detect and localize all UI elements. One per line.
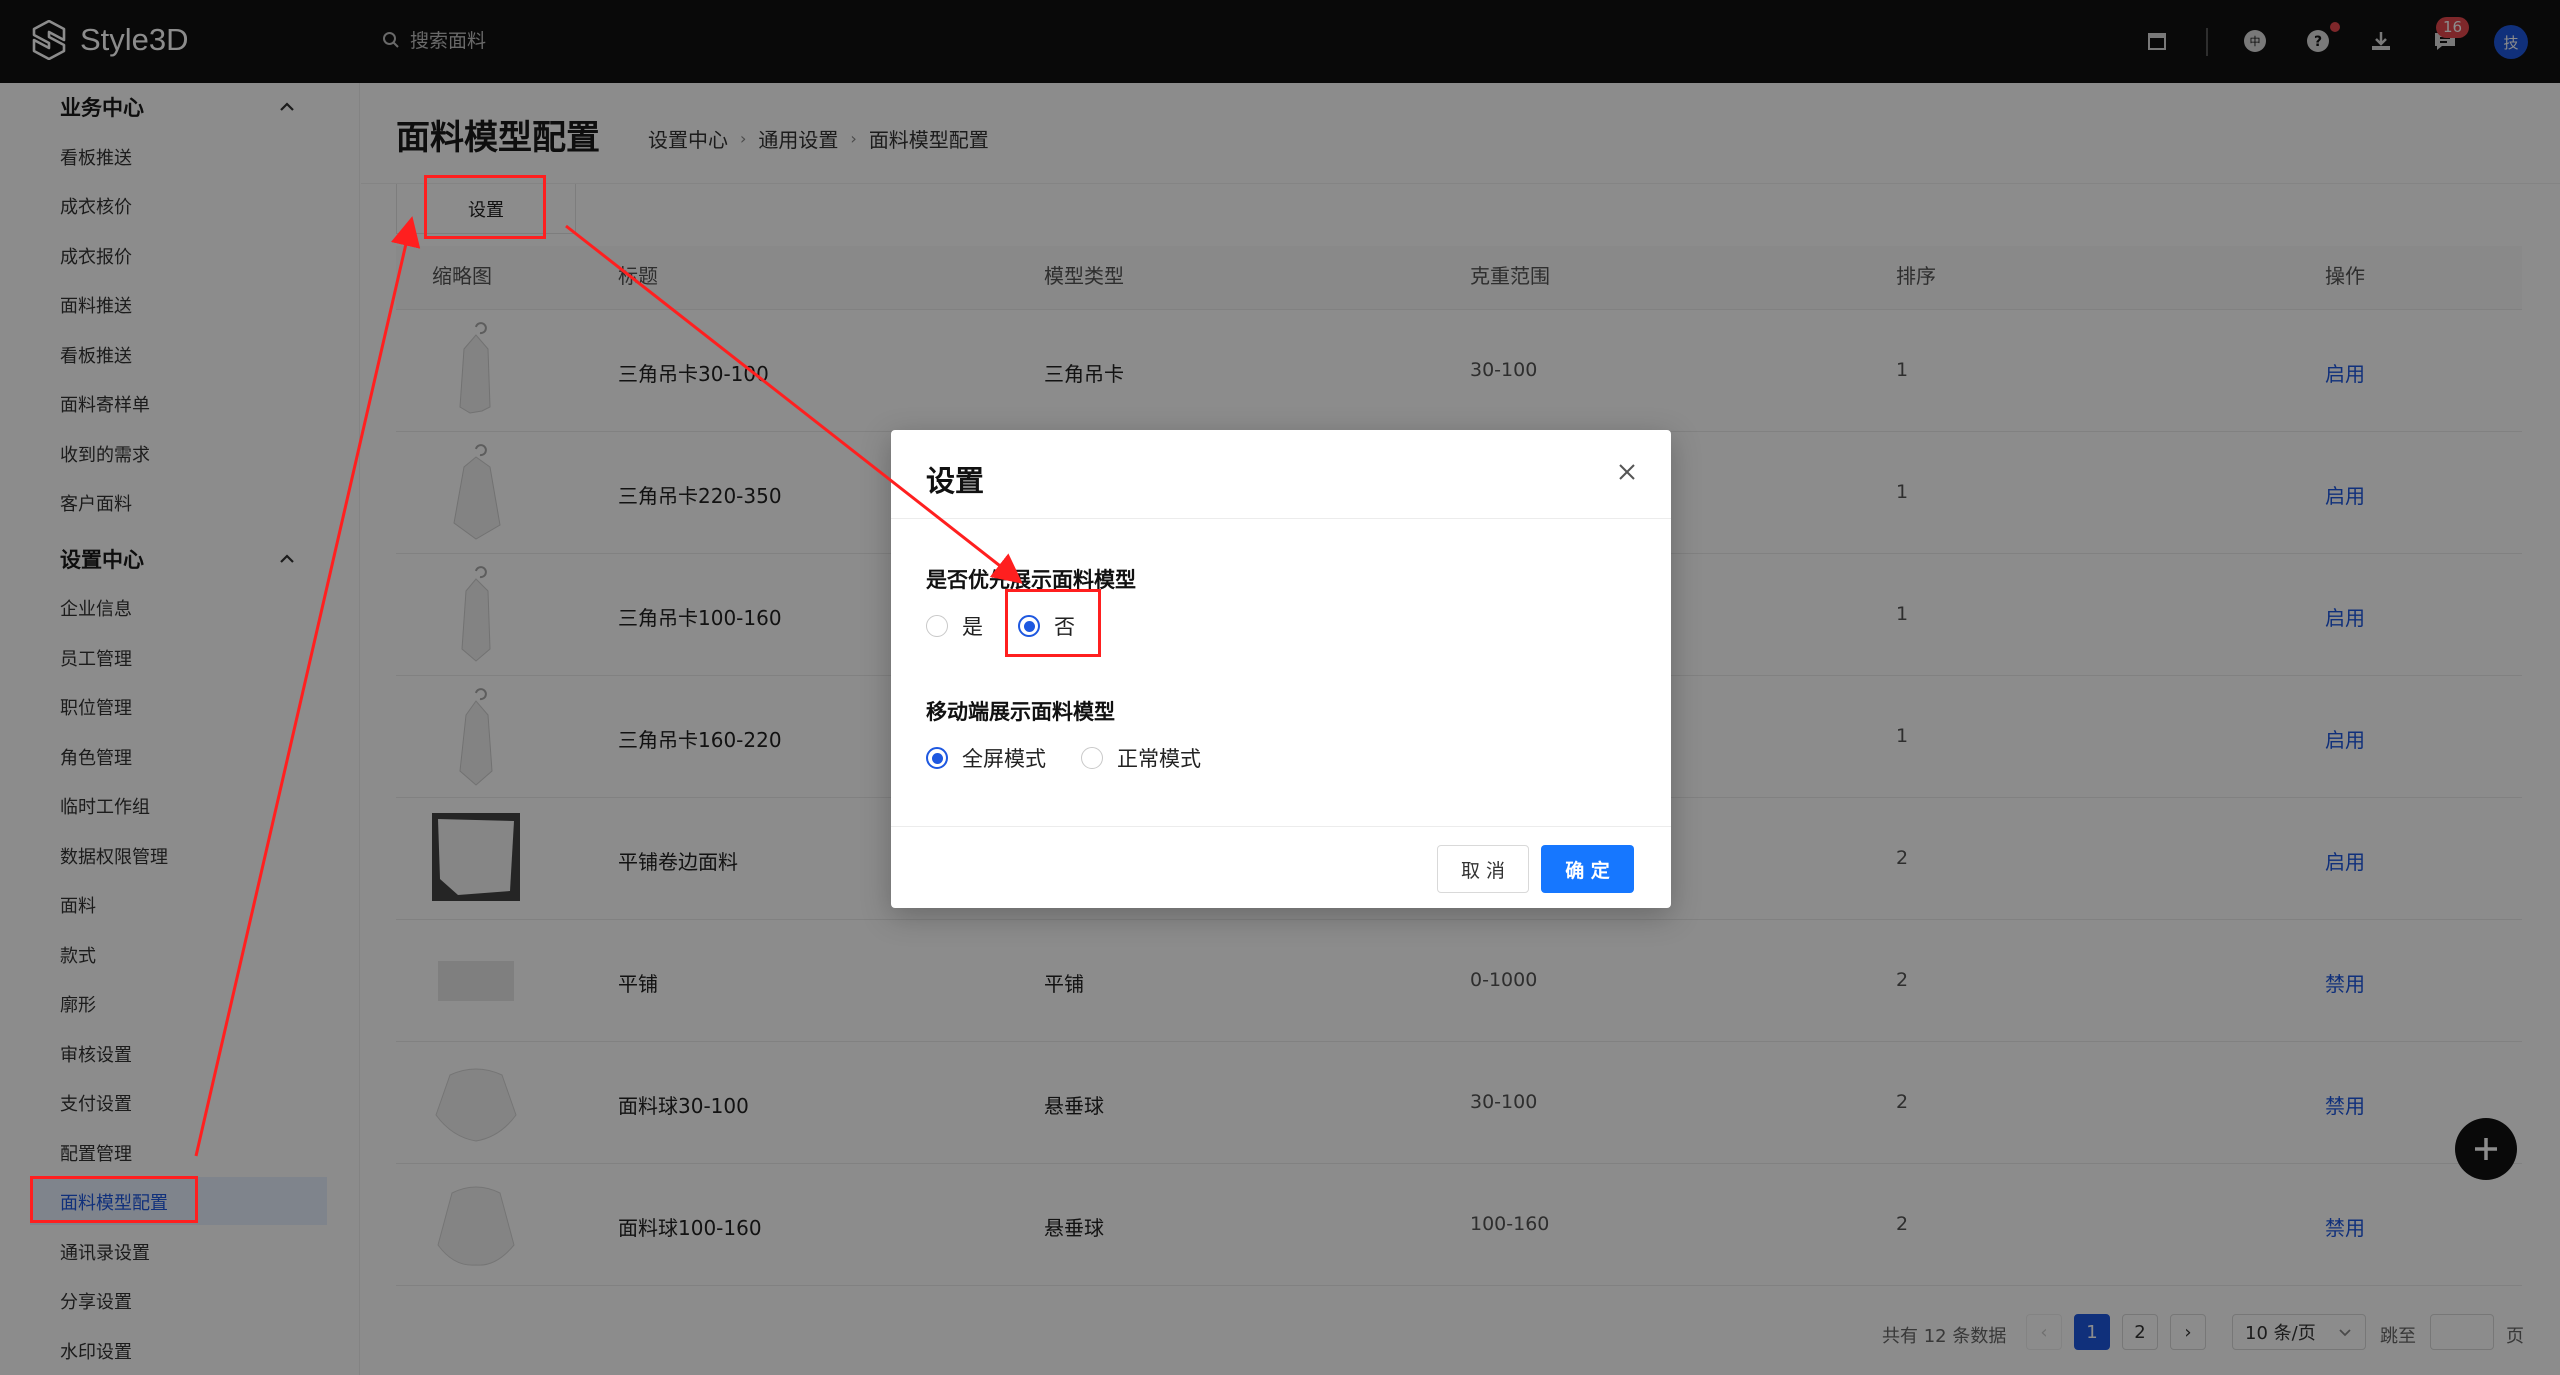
annotation-box-settings-tab (424, 175, 546, 239)
radio-normal[interactable]: 正常模式 (1081, 743, 1201, 773)
annotation-box-sidebar-item (30, 1176, 198, 1223)
confirm-button[interactable]: 确 定 (1541, 845, 1634, 893)
close-button[interactable] (1613, 458, 1641, 486)
modal-footer-divider (891, 826, 1671, 827)
radio-label: 全屏模式 (962, 747, 1046, 771)
modal-header-divider (891, 518, 1671, 519)
radio-circle[interactable] (926, 615, 948, 637)
mobile-display-label: 移动端展示面料模型 (926, 700, 1115, 724)
annotation-box-radio-no (1005, 589, 1101, 657)
modal-title: 设置 (926, 464, 985, 498)
radio-label: 是 (962, 615, 983, 639)
cancel-button[interactable]: 取 消 (1437, 845, 1529, 893)
radio-label: 正常模式 (1117, 747, 1201, 771)
settings-modal: 设置 是否优先展示面料模型 是 否 移动端展示面料模型 全屏模式 正常模式 取 … (891, 430, 1671, 908)
radio-yes[interactable]: 是 (926, 611, 983, 641)
radio-circle[interactable] (1081, 747, 1103, 769)
radio-circle-selected[interactable] (926, 747, 948, 769)
close-icon (1619, 464, 1635, 480)
radio-fullscreen[interactable]: 全屏模式 (926, 743, 1046, 773)
